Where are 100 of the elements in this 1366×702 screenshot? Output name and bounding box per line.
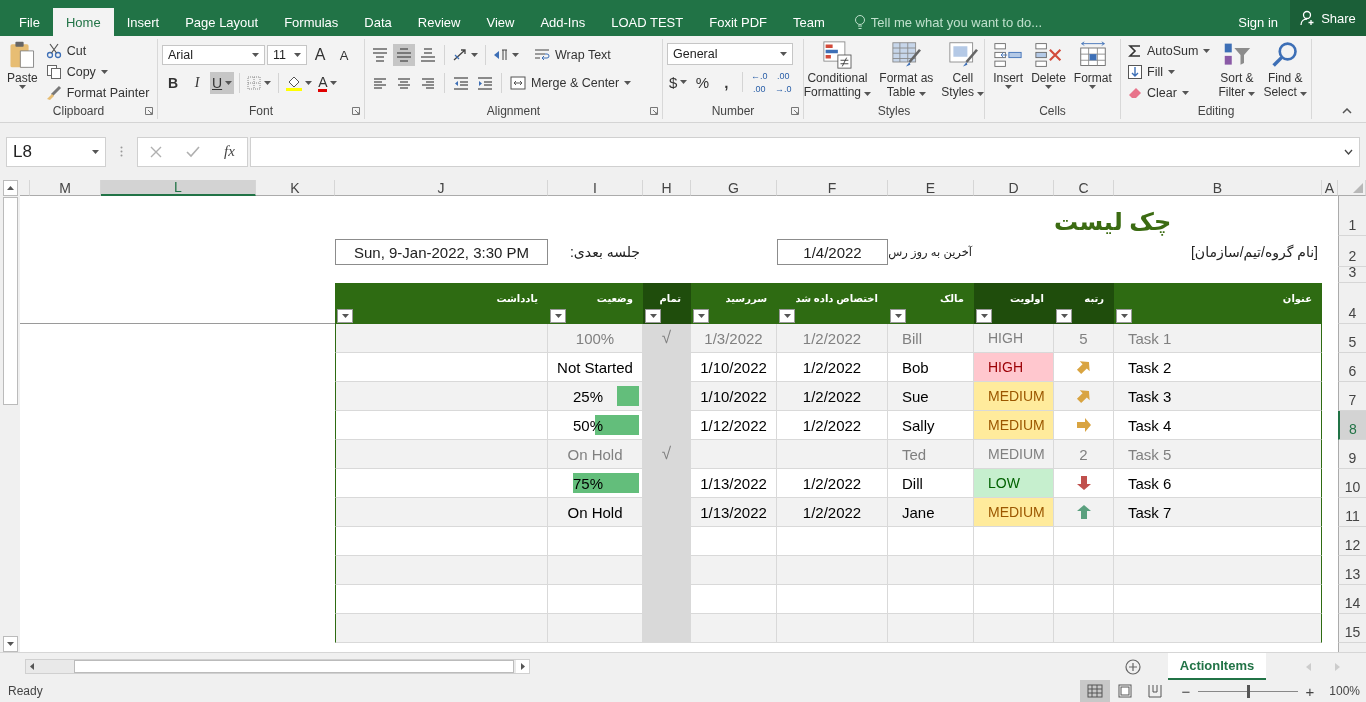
- sort-filter-button[interactable]: Sort & Filter: [1215, 39, 1259, 103]
- column-heading: سررسید: [691, 283, 777, 324]
- ribbon-tab[interactable]: Foxit PDF: [696, 8, 781, 36]
- increase-decimal-button[interactable]: ←.0 .00: [748, 70, 771, 94]
- style-button[interactable]: Format as Table: [876, 39, 937, 103]
- cells-button[interactable]: Format: [1070, 39, 1115, 103]
- font-color-button[interactable]: A: [316, 72, 340, 94]
- sheet-tab[interactable]: ActionItems: [1168, 652, 1266, 680]
- row-header[interactable]: 7: [1338, 382, 1366, 411]
- comma-button[interactable]: ,: [715, 71, 738, 93]
- style-button[interactable]: Cell Styles: [938, 39, 984, 103]
- last-updated-field[interactable]: 1/4/2022: [777, 239, 888, 265]
- column-header[interactable]: G: [691, 180, 777, 196]
- ribbon-tab[interactable]: Data: [351, 8, 405, 36]
- row-header[interactable]: 9: [1338, 440, 1366, 469]
- table-cell: MEDIUM: [974, 498, 1054, 527]
- find-select-button[interactable]: Find & Select: [1260, 39, 1311, 103]
- table-cell: 75%: [548, 469, 643, 498]
- row-header[interactable]: 6: [1338, 353, 1366, 382]
- shrink-font-button[interactable]: A: [333, 44, 355, 66]
- wrap-text-button[interactable]: Wrap Text: [531, 44, 614, 66]
- table-cell: On Hold: [548, 498, 643, 527]
- autosum-button[interactable]: AutoSum: [1125, 41, 1214, 61]
- paste-button[interactable]: Paste: [4, 39, 41, 103]
- row-header[interactable]: 2: [1338, 236, 1366, 267]
- column-header[interactable]: H: [643, 180, 691, 196]
- table-cell: MEDIUM: [974, 440, 1054, 469]
- ribbon-tab[interactable]: Insert: [113, 8, 173, 36]
- ribbon-tab[interactable]: LOAD TEST: [598, 8, 697, 36]
- zoom-out-button[interactable]: −: [1180, 682, 1192, 700]
- row-header[interactable]: 8: [1338, 411, 1366, 440]
- column-heading: وضعیت: [548, 283, 643, 324]
- table-cell: Jane: [888, 498, 974, 527]
- column-heading: رتبه: [1054, 283, 1114, 324]
- table-cell: 100%: [548, 324, 643, 353]
- column-header[interactable]: J: [335, 180, 548, 196]
- column-header[interactable]: M: [30, 180, 101, 196]
- table-cell: Task 7: [1114, 498, 1322, 527]
- fill-button[interactable]: Fill: [1125, 62, 1214, 82]
- row-header[interactable]: 5: [1338, 324, 1366, 353]
- column-header[interactable]: D: [974, 180, 1054, 196]
- column-heading: اولویت: [974, 283, 1054, 324]
- column-header[interactable]: K: [256, 180, 335, 196]
- row-header[interactable]: 12: [1338, 527, 1366, 556]
- row-header[interactable]: 1: [1338, 196, 1366, 236]
- next-meeting-field[interactable]: Sun, 9-Jan-2022, 3:30 PM: [335, 239, 548, 265]
- ribbon-tab[interactable]: File: [6, 8, 53, 36]
- row-header[interactable]: 3: [1338, 267, 1366, 283]
- sheet-title: چک لیست: [1054, 207, 1173, 236]
- clear-button[interactable]: Clear: [1125, 83, 1214, 103]
- cells-button[interactable]: Delete: [1028, 39, 1069, 103]
- ribbon-tab[interactable]: Team: [780, 8, 838, 36]
- row-header[interactable]: 15: [1338, 614, 1366, 643]
- decrease-decimal-button[interactable]: .00 →.0: [772, 70, 795, 94]
- row-header[interactable]: 13: [1338, 556, 1366, 585]
- ribbon-tab[interactable]: Add-Ins: [527, 8, 599, 36]
- copy-button[interactable]: Copy: [42, 62, 153, 82]
- column-heading: یادداشت: [335, 283, 548, 324]
- ribbon-tab[interactable]: Home: [52, 8, 114, 36]
- merge-center-button[interactable]: Merge & Center: [507, 72, 635, 94]
- table-cell: 1/2/2022: [777, 324, 888, 353]
- status-text: Ready: [8, 684, 43, 698]
- cells-button[interactable]: Insert: [990, 39, 1027, 103]
- ribbon-tab[interactable]: Review: [404, 8, 474, 36]
- cut-button[interactable]: Cut: [42, 41, 153, 61]
- percent-button[interactable]: %: [691, 71, 714, 93]
- row-header[interactable]: 10: [1338, 469, 1366, 498]
- row-header[interactable]: 11: [1338, 498, 1366, 527]
- sign-in-link[interactable]: Sign in: [1226, 8, 1290, 36]
- underline-button[interactable]: U: [210, 72, 235, 94]
- format-painter-button[interactable]: Format Painter: [42, 83, 153, 103]
- column-header[interactable]: E: [888, 180, 974, 196]
- row-header[interactable]: 14: [1338, 585, 1366, 614]
- insert-function-button[interactable]: fx: [224, 143, 235, 160]
- ribbon-tab[interactable]: Page Layout: [172, 8, 272, 36]
- column-header[interactable]: C: [1054, 180, 1114, 196]
- column-header[interactable]: I: [548, 180, 643, 196]
- table-cell: √: [643, 440, 691, 469]
- group-title: Styles: [877, 104, 911, 118]
- table-cell: 1/2/2022: [777, 498, 888, 527]
- column-header[interactable]: L: [101, 180, 256, 196]
- style-button[interactable]: Conditional Formatting: [804, 39, 875, 103]
- row-header[interactable]: 4: [1338, 283, 1366, 324]
- ribbon-tab[interactable]: Formulas: [271, 8, 352, 36]
- share-button[interactable]: Share: [1290, 0, 1366, 36]
- column-header[interactable]: A: [1322, 180, 1338, 196]
- organization-label: [نام گروه/تیم/سازمان]: [1190, 242, 1319, 263]
- grow-font-button[interactable]: A: [309, 44, 331, 66]
- zoom-in-button[interactable]: +: [1304, 682, 1316, 700]
- font-name-field[interactable]: Arial: [162, 45, 265, 65]
- font-size-field[interactable]: 11: [267, 45, 307, 65]
- italic-button[interactable]: I: [186, 72, 208, 94]
- currency-button[interactable]: $: [667, 71, 690, 93]
- number-format-field[interactable]: General: [667, 43, 793, 65]
- ribbon-tab[interactable]: View: [473, 8, 528, 36]
- name-box[interactable]: L8: [6, 136, 106, 167]
- tell-me-field[interactable]: Tell me what you want to do...: [853, 8, 1043, 36]
- bold-button[interactable]: B: [162, 72, 184, 94]
- column-header[interactable]: B: [1114, 180, 1322, 196]
- column-header[interactable]: F: [777, 180, 888, 196]
